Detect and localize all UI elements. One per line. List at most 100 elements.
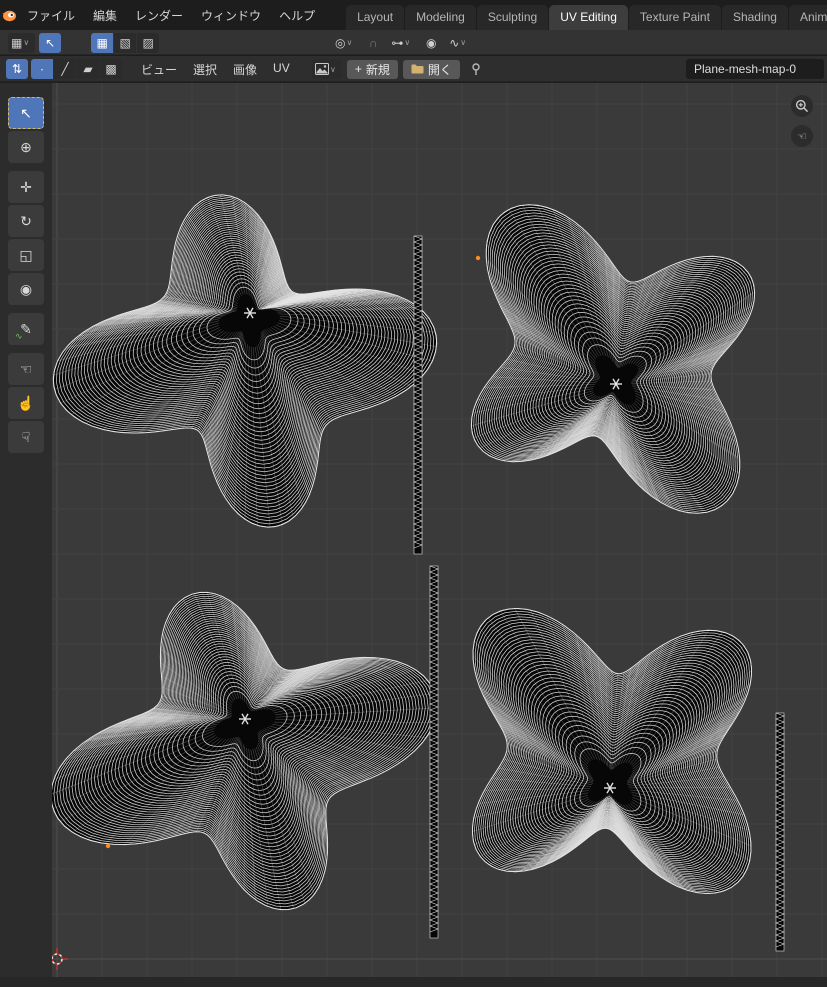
- pivot-point-dropdown[interactable]: ◎ ∨: [332, 33, 358, 53]
- relax-finger-icon: ☝: [17, 394, 35, 411]
- select-new-icon: ▦: [96, 35, 108, 50]
- select-mode-extend-button[interactable]: ▧: [114, 32, 137, 53]
- uv-select-island-button[interactable]: ▩: [100, 59, 122, 79]
- plus-icon: +: [354, 62, 362, 76]
- bottom-editor-edge: [0, 977, 827, 987]
- menu-image[interactable]: 画像: [225, 58, 265, 81]
- move-tool-button[interactable]: ✛: [8, 171, 44, 203]
- grab-tool-button[interactable]: ☜: [8, 353, 44, 385]
- tab-layout[interactable]: Layout: [346, 5, 405, 30]
- magnet-icon: ∩: [369, 35, 378, 50]
- grab-hand-icon: ☜: [19, 360, 33, 377]
- snap-with-icon: ⊶: [391, 35, 404, 50]
- open-image-label: 開く: [427, 62, 452, 77]
- menu-window[interactable]: ウィンドウ: [192, 3, 270, 28]
- pinch-tool-button[interactable]: ☟: [8, 421, 44, 453]
- tool-settings-left: ▦ ∨ ↖ ▦ ▧ ▨: [8, 30, 160, 55]
- snap-toggle[interactable]: ∩: [362, 33, 384, 53]
- sync-arrows-icon: ⇅: [11, 62, 23, 76]
- image-browse-dropdown[interactable]: ∨: [312, 59, 342, 79]
- scale-icon: ◱: [19, 246, 33, 263]
- uv-header-left: ⇅ ∙ ╱ ▰ ▩ ビュー 選択 画像 UV: [6, 56, 298, 82]
- tab-sculpting[interactable]: Sculpting: [476, 5, 549, 30]
- pan-hand-button[interactable]: ☜: [791, 125, 813, 147]
- blender-window: ファイル 編集 レンダー ウィンドウ ヘルプ Layout Modeling S…: [0, 0, 827, 987]
- grid-icon: ▦: [11, 35, 23, 50]
- rotate-icon: ↻: [20, 212, 32, 229]
- pinch-finger-icon: ☟: [21, 428, 31, 445]
- menu-uv[interactable]: UV: [265, 58, 298, 81]
- tool-column: ↖ ⊕ ✛ ↻ ◱ ◉ ✎ ∿ ☜ ☝ ☟: [8, 97, 44, 455]
- annotate-tool-button[interactable]: ✎ ∿: [8, 313, 44, 345]
- new-image-label: 新規: [365, 62, 390, 77]
- edge-icon: ╱: [61, 62, 69, 76]
- cursor-crosshair-icon: ⊕: [20, 138, 32, 155]
- scale-tool-button[interactable]: ◱: [8, 239, 44, 271]
- chevron-down-icon: ∨: [23, 38, 30, 47]
- cursor-tool-button[interactable]: ⊕: [8, 131, 44, 163]
- select-subtract-icon: ▨: [142, 35, 154, 50]
- uv-canvas[interactable]: ☜: [52, 83, 827, 987]
- workspace-tabs: Layout Modeling Sculpting UV Editing Tex…: [346, 0, 827, 30]
- select-mode-new-button[interactable]: ▦: [91, 32, 114, 53]
- menu-help[interactable]: ヘルプ: [270, 3, 324, 28]
- new-image-button[interactable]: + 新規: [346, 59, 398, 79]
- chevron-down-icon: ∨: [404, 38, 411, 47]
- topbar: ファイル 編集 レンダー ウィンドウ ヘルプ Layout Modeling S…: [0, 0, 827, 30]
- zoom-button[interactable]: [791, 95, 813, 117]
- tab-animation[interactable]: Animati: [788, 5, 827, 30]
- select-extend-icon: ▧: [119, 35, 131, 50]
- folder-icon: [411, 64, 424, 74]
- blender-logo-icon[interactable]: [0, 0, 18, 30]
- pin-icon: [472, 62, 480, 75]
- rotate-tool-button[interactable]: ↻: [8, 205, 44, 237]
- transform-tool-button[interactable]: ◉: [8, 273, 44, 305]
- image-selector-group: ∨ + 新規 開く: [312, 56, 487, 82]
- uv-mesh-svg[interactable]: [52, 83, 827, 987]
- menu-render[interactable]: レンダー: [126, 3, 192, 28]
- falloff-curve-icon: ∿: [449, 35, 460, 50]
- uv-editor-header: ⇅ ∙ ╱ ▰ ▩ ビュー 選択 画像 UV ∨ + 新規 開く Plane-m…: [0, 56, 827, 82]
- left-toolbar: ↖ ⊕ ✛ ↻ ◱ ◉ ✎ ∿ ☜ ☝ ☟: [0, 83, 52, 987]
- pivot-icon: ◎: [335, 35, 346, 50]
- uv-sync-selection-toggle[interactable]: ⇅: [6, 59, 28, 79]
- tool-mode-dropdown[interactable]: ▦ ∨: [8, 32, 36, 53]
- tab-shading[interactable]: Shading: [721, 5, 788, 30]
- uv-select-edge-button[interactable]: ╱: [54, 59, 76, 79]
- tab-uv-editing[interactable]: UV Editing: [549, 5, 628, 30]
- select-mode-group: ▦ ▧ ▨: [91, 32, 160, 53]
- vertex-icon: ∙: [40, 62, 44, 76]
- transform-icon: ◉: [19, 280, 33, 297]
- uv-select-mode-group: ∙ ╱ ▰ ▩: [31, 59, 122, 79]
- active-tool-tweak-button[interactable]: ↖: [39, 32, 62, 53]
- snap-with-dropdown[interactable]: ⊶ ∨: [388, 33, 416, 53]
- tweak-arrow-icon: ↖: [20, 104, 32, 121]
- menu-select[interactable]: 選択: [185, 58, 225, 81]
- proportional-edit-toggle[interactable]: ◉: [420, 33, 442, 53]
- tab-modeling[interactable]: Modeling: [405, 5, 476, 30]
- annotate-stroke-icon: ∿: [15, 331, 23, 341]
- menu-file[interactable]: ファイル: [18, 3, 84, 28]
- falloff-dropdown[interactable]: ∿ ∨: [446, 33, 472, 53]
- move-icon: ✛: [20, 178, 32, 195]
- tool-settings-bar: ▦ ∨ ↖ ▦ ▧ ▨ ◎ ∨ ∩ ⊶ ∨ ◉ ∿ ∨: [0, 30, 827, 55]
- chevron-down-icon: ∨: [460, 38, 467, 47]
- open-image-button[interactable]: 開く: [402, 59, 460, 79]
- pin-toggle[interactable]: [465, 59, 487, 79]
- tweak-arrow-icon: ↖: [45, 35, 56, 50]
- hand-icon: ☜: [797, 130, 807, 143]
- select-mode-subtract-button[interactable]: ▨: [137, 32, 160, 53]
- magnifier-plus-icon: [795, 99, 809, 113]
- relax-tool-button[interactable]: ☝: [8, 387, 44, 419]
- menu-edit[interactable]: 編集: [84, 3, 126, 28]
- tool-settings-center: ◎ ∨ ∩ ⊶ ∨ ◉ ∿ ∨: [332, 30, 472, 55]
- uv-select-vertex-button[interactable]: ∙: [31, 59, 53, 79]
- uv-select-face-button[interactable]: ▰: [77, 59, 99, 79]
- tweak-tool-button[interactable]: ↖: [8, 97, 44, 129]
- tab-texture-paint[interactable]: Texture Paint: [628, 5, 721, 30]
- uv-editor-body: ↖ ⊕ ✛ ↻ ◱ ◉ ✎ ∿ ☜ ☝ ☟ ☜: [0, 82, 827, 987]
- chevron-down-icon: ∨: [346, 38, 353, 47]
- menu-view[interactable]: ビュー: [133, 58, 185, 81]
- face-icon: ▰: [83, 62, 93, 76]
- uvmap-name-field[interactable]: Plane-mesh-map-0: [686, 59, 824, 79]
